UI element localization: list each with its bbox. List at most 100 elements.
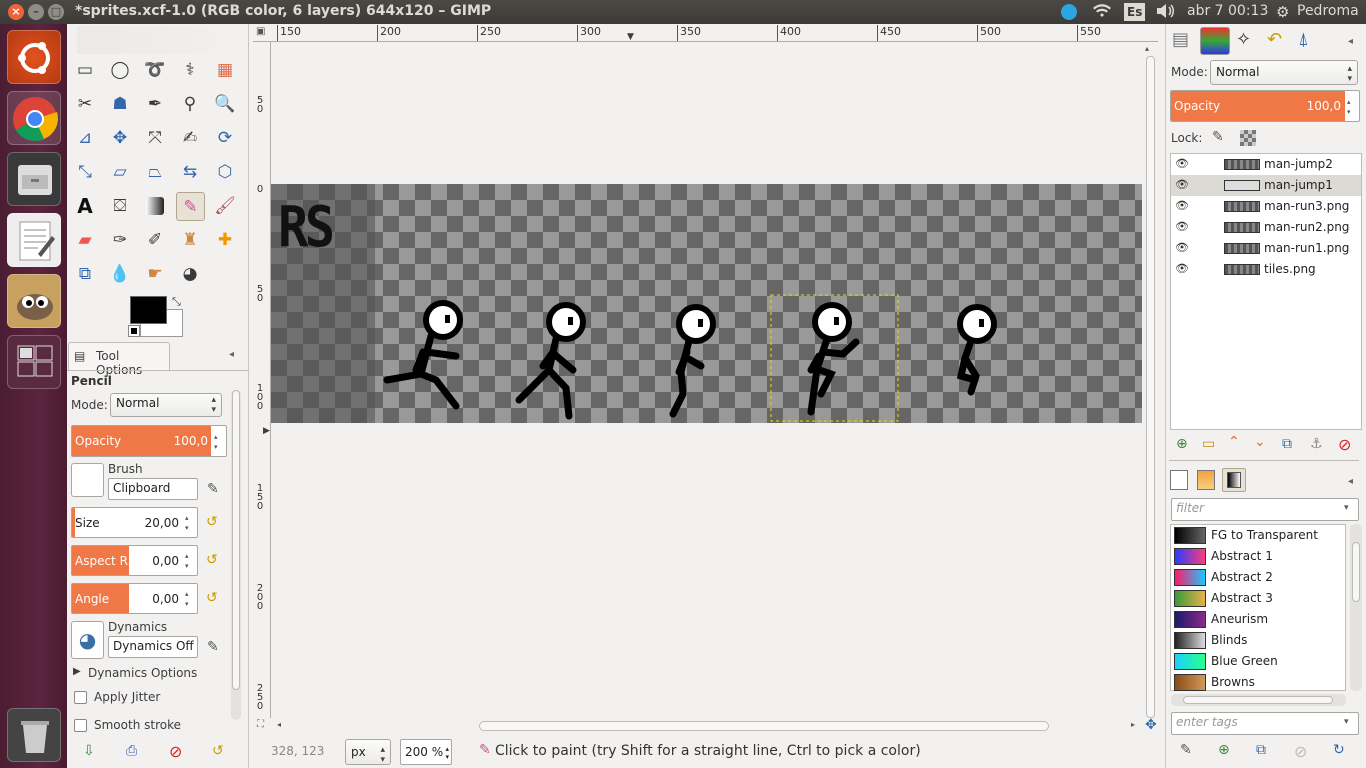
gradient-row[interactable]: Blue Green [1171, 651, 1346, 672]
duplicate-gradient-icon[interactable]: ⧉ [1256, 742, 1266, 758]
trash-icon[interactable] [7, 708, 61, 762]
zoom-fit-icon[interactable]: ⛶ [257, 719, 264, 730]
layer-row[interactable]: 👁 man-run1.png [1171, 238, 1361, 259]
eraser-tool-icon[interactable]: ▰ [72, 227, 98, 253]
paintbrush-tool-icon[interactable]: 🖌 [212, 193, 238, 219]
visibility-eye-icon[interactable]: 👁 [1175, 220, 1189, 233]
color-picker-tool-icon[interactable]: ⚲ [177, 91, 203, 117]
smooth-stroke-checkbox[interactable] [74, 719, 87, 732]
restore-tool-preset-icon[interactable]: ⎙ [126, 743, 137, 759]
visibility-eye-icon[interactable]: 👁 [1175, 241, 1189, 254]
layer-opacity-slider[interactable]: Opacity 100,0 ▴ ▾ [1170, 90, 1360, 122]
text-editor-icon[interactable] [7, 213, 61, 267]
close-window-button[interactable]: × [8, 4, 24, 20]
tab-patterns-icon[interactable] [1170, 470, 1188, 490]
visibility-eye-icon[interactable]: 👁 [1175, 178, 1189, 191]
unit-dropdown[interactable]: px ▴ ▾ [345, 739, 391, 765]
dynamics-options-expander[interactable]: Dynamics Options [88, 666, 197, 680]
swap-colors-icon[interactable]: ⤡ [172, 295, 181, 309]
gradient-row[interactable]: Abstract 2 [1171, 567, 1346, 588]
chrome-icon[interactable] [7, 91, 61, 145]
free-select-tool-icon[interactable]: ➰ [142, 57, 168, 83]
visibility-eye-icon[interactable]: 👁 [1175, 262, 1189, 275]
mode-dropdown[interactable]: Normal ▴ ▾ [110, 393, 222, 417]
tab-menu-icon[interactable]: ◂ [229, 349, 234, 360]
tab-menu-icon[interactable]: ◂ [1348, 36, 1353, 47]
clone-tool-icon[interactable]: ♜ [177, 227, 203, 253]
layer-row[interactable]: 👁 man-run3.png [1171, 196, 1361, 217]
edit-dynamics-icon[interactable]: ✎ [207, 639, 219, 655]
refresh-gradients-icon[interactable]: ↻ [1333, 742, 1345, 758]
tab-channels-icon[interactable] [1200, 27, 1230, 55]
scissors-tool-icon[interactable]: ✂ [72, 91, 98, 117]
tab-undo-icon[interactable]: ↶ [1267, 29, 1282, 50]
gradient-row[interactable]: Blinds [1171, 630, 1346, 651]
foreground-color-swatch[interactable] [130, 296, 167, 324]
maximize-window-button[interactable]: □ [48, 4, 64, 20]
new-gradient-icon[interactable]: ⊕ [1218, 742, 1230, 758]
zoom-field[interactable]: 200 % ▴ ▾ [400, 739, 452, 765]
lock-alpha-icon[interactable] [1240, 130, 1256, 146]
new-layer-icon[interactable]: ⊕ [1176, 436, 1188, 452]
layer-row[interactable]: 👁 tiles.png [1171, 259, 1361, 280]
reset-angle-icon[interactable]: ↺ [206, 590, 218, 606]
vertical-scrollbar[interactable]: ▴ [1143, 42, 1158, 718]
text-tool-icon[interactable]: A [72, 193, 98, 219]
perspective-clone-tool-icon[interactable]: ⧉ [72, 261, 98, 287]
rotate-tool-icon[interactable]: ⟳ [212, 125, 238, 151]
power-gear-icon[interactable]: ⚙ [1276, 3, 1289, 21]
horizontal-scrollbar[interactable]: ◂ ▸ [271, 718, 1143, 734]
tab-menu-icon[interactable]: ◂ [1348, 476, 1353, 487]
tab-palettes-icon[interactable] [1197, 470, 1215, 490]
zoom-tool-icon[interactable]: 🔍 [212, 91, 238, 117]
tab-gradients[interactable] [1222, 468, 1246, 492]
lower-layer-icon[interactable]: ⌄ [1254, 434, 1266, 450]
layer-row[interactable]: 👁 man-jump1 [1171, 175, 1361, 196]
tab-paths-icon[interactable]: ✧ [1236, 29, 1251, 50]
lock-pixels-icon[interactable]: ✎ [1212, 129, 1224, 145]
apply-jitter-checkbox[interactable] [74, 691, 87, 704]
crop-tool-icon[interactable]: ✍ [177, 125, 203, 151]
brush-name-field[interactable]: Clipboard [108, 478, 198, 500]
dodge-burn-tool-icon[interactable]: ◕ [177, 261, 203, 287]
measure-tool-icon[interactable]: ⊿ [72, 125, 98, 151]
gradient-filter-input[interactable]: filter [1171, 498, 1359, 521]
dynamics-icon[interactable]: ◕ [71, 621, 104, 659]
opacity-slider[interactable]: Opacity 100,0 ▴ ▾ [71, 425, 227, 457]
tab-brushes-icon[interactable]: ⍋ [1298, 29, 1309, 50]
tags-input[interactable]: enter tags [1171, 712, 1359, 735]
minimize-window-button[interactable]: – [28, 4, 44, 20]
wifi-icon[interactable] [1092, 3, 1112, 23]
angle-slider[interactable]: Angle 0,00 ▴ ▾ [71, 583, 198, 614]
dynamics-field[interactable]: Dynamics Off [108, 636, 198, 658]
tool-options-scrollbar[interactable] [231, 390, 241, 720]
reset-aspect-icon[interactable]: ↺ [206, 552, 218, 568]
blur-tool-icon[interactable]: 💧 [107, 261, 133, 287]
navigate-icon[interactable]: ✥ [1145, 717, 1157, 733]
edit-brush-icon[interactable]: ✎ [207, 481, 219, 497]
delete-gradient-icon[interactable]: ⊘ [1294, 742, 1307, 761]
align-tool-icon[interactable]: ⤧ [142, 125, 168, 151]
aspect-ratio-slider[interactable]: Aspect R... 0,00 ▴ ▾ [71, 545, 198, 576]
workspace-switcher-icon[interactable] [7, 335, 61, 389]
scale-tool-icon[interactable]: ⤡ [72, 159, 98, 185]
pencil-tool-icon[interactable]: ✎ [176, 192, 205, 221]
delete-tool-preset-icon[interactable]: ⊘ [169, 742, 182, 761]
clock[interactable]: abr 7 00:13 [1187, 3, 1268, 19]
save-tool-preset-icon[interactable]: ⇩ [83, 743, 95, 759]
delete-layer-icon[interactable]: ⊘ [1338, 435, 1351, 454]
airbrush-tool-icon[interactable]: ✑ [107, 227, 133, 253]
gradients-scrollbar[interactable] [1350, 524, 1362, 691]
gimp-icon[interactable] [7, 274, 61, 328]
gradient-row[interactable]: Abstract 3 [1171, 588, 1346, 609]
gradient-row[interactable]: Aneurism [1171, 609, 1346, 630]
tab-tool-options[interactable]: ▤ Tool Options [68, 342, 170, 377]
layer-mode-dropdown[interactable]: Normal ▴ ▾ [1210, 60, 1358, 85]
foreground-select-tool-icon[interactable]: ☗ [107, 91, 133, 117]
new-layer-group-icon[interactable]: ▭ [1202, 436, 1215, 452]
user-name[interactable]: Pedroma [1297, 3, 1359, 19]
brush-preview[interactable] [71, 463, 104, 497]
ink-tool-icon[interactable]: ✐ [142, 227, 168, 253]
files-icon[interactable] [7, 152, 61, 206]
size-slider[interactable]: Size 20,00 ▴ ▾ [71, 507, 198, 538]
